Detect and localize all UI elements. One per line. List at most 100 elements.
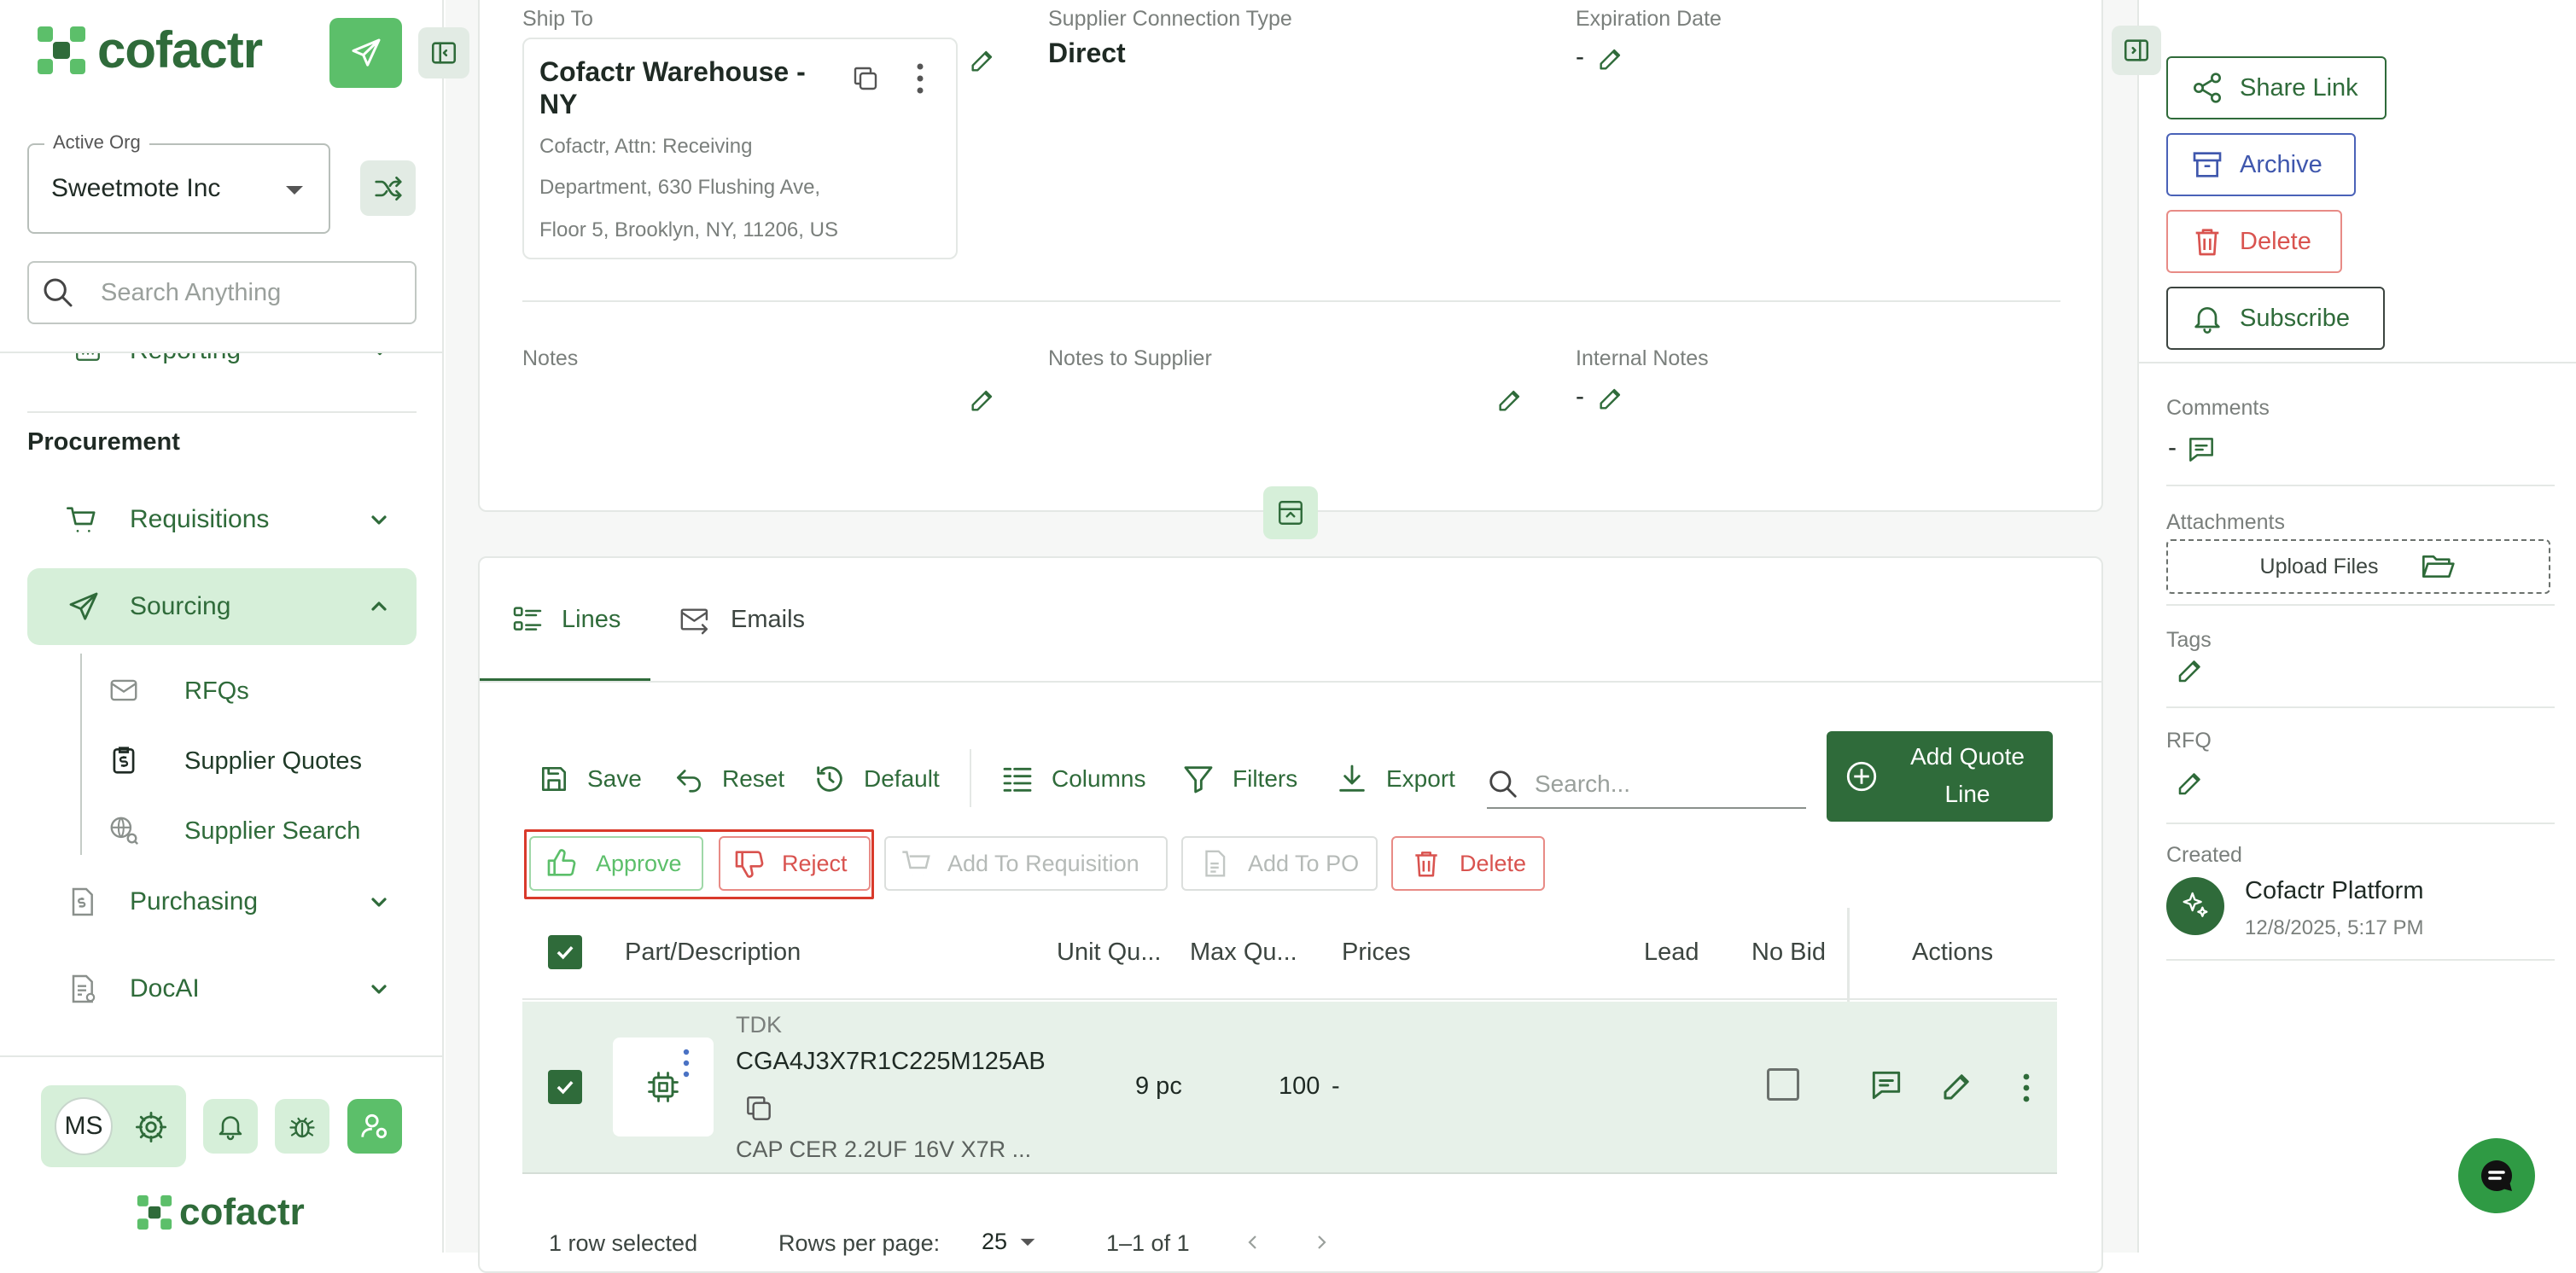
toggle-right-panel-button[interactable] — [2112, 26, 2161, 75]
approve-button[interactable]: Approve — [529, 836, 703, 891]
sidebar-item-sourcing-label: Sourcing — [130, 592, 231, 620]
select-all-checkbox[interactable] — [548, 935, 582, 969]
header-max-qty[interactable]: Max Qu... — [1190, 939, 1297, 967]
sidebar-item-sourcing[interactable]: Sourcing — [27, 568, 417, 645]
save-view-button[interactable]: Save — [538, 758, 642, 800]
delete-quote-button[interactable]: Delete — [2166, 210, 2342, 273]
copy-icon[interactable] — [850, 63, 881, 94]
caret-down-icon — [1020, 1238, 1035, 1246]
global-search-placeholder: Search Anything — [101, 278, 282, 306]
switch-org-button[interactable] — [360, 160, 416, 216]
edit-tags-pencil-icon[interactable] — [2175, 655, 2206, 686]
add-quote-line-button[interactable]: Add Quote Line — [1827, 731, 2053, 822]
chevron-right-icon[interactable] — [1311, 1232, 1332, 1253]
notifications-button[interactable] — [203, 1099, 258, 1154]
edit-line-pencil-icon[interactable] — [1939, 1068, 1975, 1104]
settings-button[interactable] — [130, 1106, 172, 1148]
sidebar-subitem-rfqs[interactable]: RFQs — [82, 660, 417, 720]
active-org-select[interactable]: Active Org Sweetmote Inc — [27, 131, 330, 234]
chevron-down-icon — [377, 353, 382, 356]
filters-label: Filters — [1233, 765, 1298, 792]
default-view-label: Default — [864, 765, 940, 792]
subscribe-button[interactable]: Subscribe — [2166, 287, 2385, 350]
edit-notes-to-supplier-pencil-icon[interactable] — [1495, 386, 1524, 415]
global-search[interactable]: Search Anything — [27, 261, 417, 324]
add-to-requisition-label: Add To Requisition — [947, 850, 1139, 876]
account-button[interactable] — [347, 1099, 402, 1154]
export-button[interactable]: Export — [1335, 758, 1455, 800]
caret-down-icon — [286, 186, 303, 195]
edit-ship-to-pencil-icon[interactable] — [968, 46, 997, 75]
export-label: Export — [1386, 765, 1455, 792]
chevron-down-icon — [371, 898, 387, 907]
edit-internal-notes-pencil-icon[interactable] — [1596, 384, 1625, 413]
report-bug-button[interactable] — [275, 1099, 329, 1154]
add-to-po-button[interactable]: Add To PO — [1181, 836, 1378, 891]
creator-avatar — [2166, 877, 2224, 935]
archive-button[interactable]: Archive — [2166, 133, 2356, 196]
header-part-description[interactable]: Part/Description — [625, 939, 801, 967]
reset-view-button[interactable]: Reset — [673, 758, 784, 800]
collapse-sidebar-button[interactable] — [418, 27, 469, 78]
chevron-down-icon — [371, 515, 387, 525]
share-link-button[interactable]: Share Link — [2166, 56, 2387, 119]
attachments-label: Attachments — [2166, 510, 2285, 534]
creator-name: Cofactr Platform — [2245, 877, 2424, 904]
edit-rfq-pencil-icon[interactable] — [2175, 768, 2206, 799]
thumbs-up-icon — [547, 849, 576, 876]
sidebar-subitem-supplier-quotes[interactable]: Supplier Quotes — [82, 730, 417, 790]
reject-button[interactable]: Reject — [719, 836, 871, 891]
chevron-down-icon — [371, 985, 387, 994]
sidebar-item-docai[interactable]: DocAI — [27, 950, 417, 1027]
add-to-requisition-button[interactable]: Add To Requisition — [884, 836, 1168, 891]
sidebar-item-purchasing[interactable]: Purchasing — [27, 863, 417, 940]
sidebar-subitem-supplier-search[interactable]: Supplier Search — [82, 800, 417, 860]
kebab-menu-icon[interactable] — [915, 61, 925, 96]
chevron-left-icon[interactable] — [1243, 1232, 1263, 1253]
comments-label: Comments — [2166, 396, 2270, 420]
ship-to-address-line3: Floor 5, Brooklyn, NY, 11206, US — [539, 218, 838, 241]
comment-icon[interactable] — [2185, 433, 2218, 466]
chat-widget-button[interactable] — [2458, 1138, 2535, 1213]
default-view-button[interactable]: Default — [813, 758, 940, 800]
download-icon — [1339, 764, 1365, 792]
brand-name: cofactr — [97, 21, 263, 78]
restore-icon — [817, 766, 842, 792]
comment-icon[interactable] — [1868, 1067, 1905, 1104]
tab-emails[interactable]: Emails — [678, 558, 840, 681]
edit-expiration-pencil-icon[interactable] — [1596, 44, 1625, 73]
sidebar-item-requisitions[interactable]: Requisitions — [27, 481, 417, 558]
tab-lines[interactable]: Lines — [480, 558, 650, 681]
delete-lines-button[interactable]: Delete — [1391, 836, 1545, 891]
part-description: CAP CER 2.2UF 16V X7R ... — [736, 1136, 1032, 1162]
header-no-bid[interactable]: No Bid — [1751, 939, 1826, 967]
part-number[interactable]: CGA4J3X7R1C225M125AB — [736, 1048, 1046, 1076]
footer-brand: cofactr — [135, 1191, 305, 1234]
rows-per-page-value: 25 — [982, 1229, 1008, 1254]
cart-plus-icon — [902, 851, 930, 876]
reset-view-label: Reset — [722, 765, 785, 792]
collapse-panel-icon — [1279, 501, 1303, 525]
header-lead[interactable]: Lead — [1644, 939, 1699, 967]
sparkles-icon — [2183, 892, 2208, 917]
rows-per-page-select[interactable]: 25 — [982, 1229, 1036, 1255]
part-thumbnail[interactable] — [613, 1038, 714, 1136]
row-kebab-menu-icon[interactable] — [2021, 1072, 2031, 1103]
quick-send-button[interactable] — [329, 18, 402, 88]
part-options-icon[interactable] — [682, 1048, 691, 1078]
header-prices[interactable]: Prices — [1342, 939, 1411, 967]
delete-lines-label: Delete — [1460, 850, 1527, 876]
table-search-input[interactable]: Search... — [1487, 761, 1806, 809]
copy-part-number-icon[interactable] — [743, 1092, 775, 1125]
collapse-details-button[interactable] — [1263, 486, 1318, 539]
filters-button[interactable]: Filters — [1181, 758, 1297, 800]
header-unit-qty[interactable]: Unit Qu... — [1057, 939, 1162, 967]
edit-notes-pencil-icon[interactable] — [968, 386, 997, 415]
row-select-checkbox[interactable] — [548, 1070, 582, 1104]
upload-files-button[interactable]: Upload Files — [2166, 539, 2550, 594]
user-avatar[interactable]: MS — [55, 1097, 113, 1155]
columns-button[interactable]: Columns — [1000, 758, 1145, 800]
brand-logo[interactable]: cofactr — [34, 20, 263, 79]
no-bid-checkbox[interactable] — [1767, 1068, 1799, 1101]
sidebar-item-reporting[interactable]: Reporting — [27, 353, 417, 377]
